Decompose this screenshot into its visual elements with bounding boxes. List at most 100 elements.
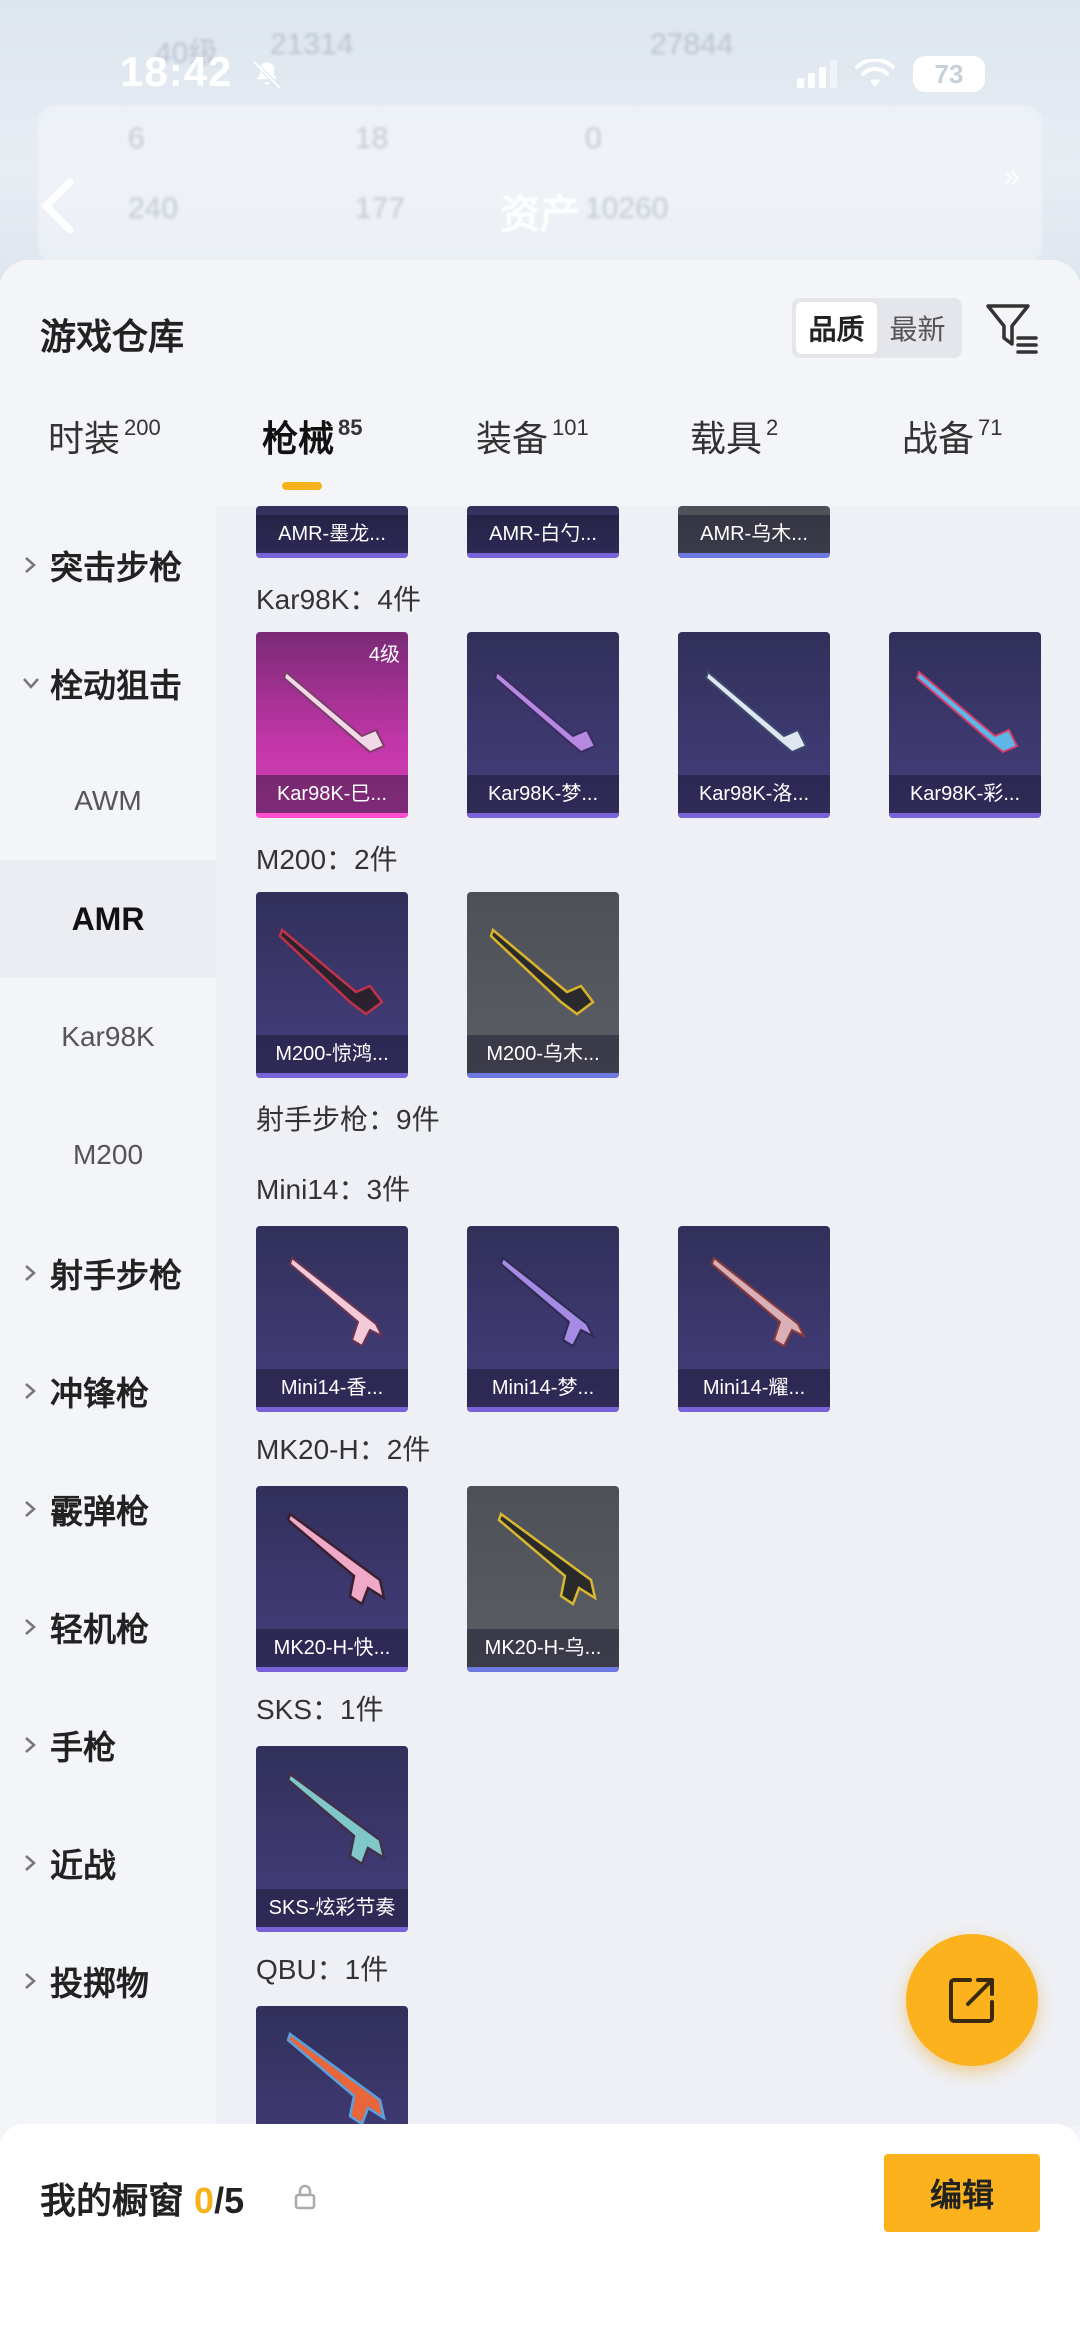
back-arrow-icon[interactable] xyxy=(38,178,78,234)
backdrop-text: 18 xyxy=(355,122,389,155)
item-card[interactable]: SKS-炫彩节奏 xyxy=(256,1746,408,1932)
tab-label: 战备 xyxy=(902,418,975,459)
backdrop-text: 240 xyxy=(128,192,179,225)
item-name: Mini14-香... xyxy=(256,1369,408,1407)
sidebar-item-throwables[interactable]: 投掷物 xyxy=(0,1922,216,2040)
sidebar-item-label: 突击步枪 xyxy=(50,549,182,586)
rifle-icon xyxy=(499,1256,596,1348)
edit-button[interactable]: 编辑 xyxy=(884,2154,1040,2232)
showcase-title: 我的橱窗 xyxy=(40,2180,185,2221)
item-card[interactable]: AMR-白勺... xyxy=(467,506,619,558)
chevron-right-icon xyxy=(25,557,36,573)
tab-vehicles[interactable]: 载具 2 xyxy=(690,410,778,462)
category-sidebar: 突击步枪 栓动狙击 AWM AMR Kar98K M200 射手步枪 冲锋枪 霰… xyxy=(0,506,216,2126)
item-card[interactable]: Mini14-耀... xyxy=(678,1226,830,1412)
item-name: Mini14-耀... xyxy=(678,1369,830,1407)
share-icon xyxy=(949,1978,994,2023)
item-card[interactable]: Mini14-香... xyxy=(256,1226,408,1412)
tab-count: 101 xyxy=(552,415,589,440)
item-name: AMR-白勺... xyxy=(467,515,619,553)
tab-label: 装备 xyxy=(476,418,549,459)
sidebar-item-lmgs[interactable]: 轻机枪 xyxy=(0,1568,216,1686)
backdrop-text: 10260 xyxy=(585,192,669,225)
group-header: 射手步枪：9件 xyxy=(256,1104,440,1135)
item-name: AMR-乌木... xyxy=(678,515,830,553)
item-name: AMR-墨龙... xyxy=(256,515,408,553)
rifle-icon xyxy=(282,670,386,754)
item-card[interactable]: M200-乌木... xyxy=(467,892,619,1078)
sidebar-item-label: 射手步枪 xyxy=(50,1257,182,1294)
chevron-right-icon xyxy=(25,1973,36,1989)
tab-guns[interactable]: 枪械 85 xyxy=(262,410,363,462)
filter-icon[interactable] xyxy=(984,300,1040,356)
rifle-icon xyxy=(497,1511,597,1606)
rifle-icon xyxy=(710,1256,807,1348)
lock-icon xyxy=(294,2184,316,2210)
sidebar-subitem-awm[interactable]: AWM xyxy=(0,742,216,860)
tab-equipment[interactable]: 装备 101 xyxy=(476,410,589,462)
sidebar-item-bolt-snipers[interactable]: 栓动狙击 xyxy=(0,624,216,742)
rifle-icon xyxy=(286,1771,386,1866)
sidebar-item-shotguns[interactable]: 霰弹枪 xyxy=(0,1450,216,1568)
rifle-icon xyxy=(286,1511,386,1606)
sidebar-item-label: 栓动狙击 xyxy=(50,667,182,704)
share-button[interactable] xyxy=(906,1934,1038,2066)
group-header: SKS：1件 xyxy=(256,1694,384,1725)
item-grid: AMR-墨龙... AMR-白勺... AMR-乌木... Kar98K：4件 … xyxy=(216,506,1080,2126)
tab-count: 85 xyxy=(338,415,363,440)
chevron-right-icon xyxy=(25,1619,36,1635)
sidebar-item-melee[interactable]: 近战 xyxy=(0,1804,216,1922)
sidebar-subitem-m200[interactable]: M200 xyxy=(0,1096,216,1214)
group-header: QBU：1件 xyxy=(256,1954,389,1985)
backdrop-text: 6 xyxy=(128,122,145,155)
item-card[interactable]: 4级 Kar98K-巳... xyxy=(256,632,408,818)
item-name: MK20-H-快... xyxy=(256,1629,408,1667)
page-title: 游戏仓库 xyxy=(40,316,185,357)
item-card[interactable]: Kar98K-洛... xyxy=(678,632,830,818)
sidebar-item-pistols[interactable]: 手枪 xyxy=(0,1686,216,1804)
tab-supplies[interactable]: 战备 71 xyxy=(902,410,1003,462)
item-card[interactable]: Mini14-梦... xyxy=(467,1226,619,1412)
item-card[interactable]: MK20-H-快... xyxy=(256,1486,408,1672)
tab-label: 枪械 xyxy=(262,418,335,459)
item-card[interactable] xyxy=(256,2006,408,2126)
backdrop-text: 177 xyxy=(355,192,406,225)
item-card[interactable]: M200-惊鸿... xyxy=(256,892,408,1078)
wifi-icon xyxy=(855,59,895,87)
sort-newest-button[interactable]: 最新 xyxy=(877,302,958,354)
tab-fashion[interactable]: 时装 200 xyxy=(48,410,161,462)
sort-toggle: 品质 最新 xyxy=(792,298,962,358)
group-header: M200：2件 xyxy=(256,844,398,875)
tab-label: 载具 xyxy=(690,418,763,459)
sidebar-item-label: 投掷物 xyxy=(50,1965,149,2002)
item-card[interactable]: Kar98K-彩... xyxy=(889,632,1041,818)
sidebar-item-assault-rifles[interactable]: 突击步枪 xyxy=(0,506,216,624)
active-tab-indicator xyxy=(282,482,322,490)
item-card[interactable]: AMR-乌木... xyxy=(678,506,830,558)
sidebar-subitem-kar98k[interactable]: Kar98K xyxy=(0,978,216,1096)
showcase-bar: 我的橱窗 0/5 编辑 xyxy=(0,2124,1080,2347)
showcase-label: 我的橱窗 0/5 xyxy=(40,2172,244,2224)
sidebar-item-smgs[interactable]: 冲锋枪 xyxy=(0,1332,216,1450)
item-name: SKS-炫彩节奏 xyxy=(256,1889,408,1927)
sort-quality-button[interactable]: 品质 xyxy=(796,302,877,354)
rifle-icon xyxy=(286,2031,386,2126)
sidebar-item-label: 冲锋枪 xyxy=(50,1375,149,1412)
sidebar-item-label: 近战 xyxy=(50,1847,116,1884)
item-card[interactable]: MK20-H-乌... xyxy=(467,1486,619,1672)
tab-count: 71 xyxy=(978,415,1003,440)
chevron-right-icon xyxy=(25,1855,36,1871)
tab-label: 时装 xyxy=(48,418,121,459)
battery-indicator: 73 xyxy=(913,56,985,92)
sidebar-subitem-amr[interactable]: AMR xyxy=(0,860,216,978)
item-card[interactable]: Kar98K-梦... xyxy=(467,632,619,818)
item-name: Mini14-梦... xyxy=(467,1369,619,1407)
chevron-right-icon xyxy=(25,1265,36,1281)
status-icons: 73 xyxy=(797,56,985,92)
backdrop-text: 0 xyxy=(585,122,602,155)
item-name: Kar98K-彩... xyxy=(889,775,1041,813)
item-card[interactable]: AMR-墨龙... xyxy=(256,506,408,558)
rifle-icon xyxy=(288,1256,385,1348)
tab-count: 2 xyxy=(766,415,779,440)
sidebar-item-marksman-rifles[interactable]: 射手步枪 xyxy=(0,1214,216,1332)
